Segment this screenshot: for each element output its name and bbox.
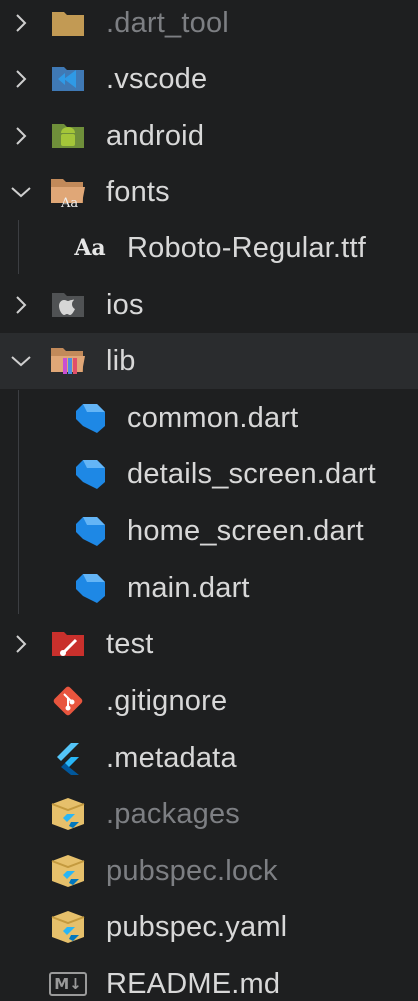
flutter-icon <box>48 738 88 778</box>
chevron-right-icon[interactable] <box>10 294 32 316</box>
dart-file-icon <box>70 511 110 551</box>
lib-folder-icon <box>48 341 88 381</box>
tree-item-metadata[interactable]: .metadata <box>0 730 418 786</box>
tree-item-home-screen-dart[interactable]: home_screen.dart <box>0 503 418 559</box>
dart-file-icon <box>70 568 110 608</box>
tree-item-android[interactable]: android <box>0 108 418 164</box>
android-folder-icon <box>48 116 88 156</box>
tree-item-ios[interactable]: ios <box>0 277 418 333</box>
chevron-down-icon[interactable] <box>10 350 32 372</box>
git-icon <box>48 681 88 721</box>
package-icon <box>48 907 88 947</box>
fonts-folder-icon: Aa <box>48 172 88 212</box>
tree-item-vscode[interactable]: .vscode <box>0 51 418 107</box>
chevron-right-icon[interactable] <box>10 633 32 655</box>
tree-item-label: android <box>106 119 205 152</box>
tree-item-label: .packages <box>106 797 240 830</box>
markdown-icon: M↓ <box>48 964 88 1001</box>
dart-file-icon <box>70 454 110 494</box>
tree-item-common-dart[interactable]: common.dart <box>0 390 418 446</box>
tree-item-dart-tool[interactable]: .dart_tool <box>0 0 418 51</box>
tree-item-gitignore[interactable]: .gitignore <box>0 673 418 729</box>
font-glyph: Aa <box>74 235 106 261</box>
test-folder-icon <box>48 624 88 664</box>
tree-item-readme-md[interactable]: M↓ README.md <box>0 956 418 1001</box>
tree-item-label: .vscode <box>106 62 208 95</box>
ios-folder-icon <box>48 285 88 325</box>
vscode-folder-icon <box>48 59 88 99</box>
tree-item-label: main.dart <box>127 571 250 604</box>
tree-item-label: fonts <box>106 175 170 208</box>
tree-item-lib[interactable]: lib <box>0 333 418 389</box>
svg-text:Aa: Aa <box>60 196 78 209</box>
tree-item-label: ios <box>106 288 144 321</box>
chevron-down-icon[interactable] <box>10 181 32 203</box>
tree-item-label: test <box>106 627 154 660</box>
tree-item-packages[interactable]: .packages <box>0 786 418 842</box>
tree-item-label: .metadata <box>106 741 237 774</box>
tree-item-test[interactable]: test <box>0 616 418 672</box>
tree-item-label: pubspec.yaml <box>106 910 288 943</box>
folder-icon <box>48 3 88 43</box>
chevron-right-icon[interactable] <box>10 68 32 90</box>
tree-item-label: README.md <box>106 967 281 1000</box>
tree-item-main-dart[interactable]: main.dart <box>0 560 418 616</box>
dart-file-icon <box>70 398 110 438</box>
font-file-icon: Aa <box>70 228 110 268</box>
tree-item-pubspec-lock[interactable]: pubspec.lock <box>0 843 418 899</box>
tree-item-label: lib <box>106 344 136 377</box>
chevron-right-icon[interactable] <box>10 125 32 147</box>
tree-item-label: Roboto-Regular.ttf <box>127 231 366 264</box>
tree-item-label: .dart_tool <box>106 6 229 39</box>
markdown-glyph: M↓ <box>49 972 87 996</box>
tree-item-label: .gitignore <box>106 684 228 717</box>
tree-item-pubspec-yaml[interactable]: pubspec.yaml <box>0 899 418 955</box>
tree-item-roboto-regular-ttf[interactable]: Aa Roboto-Regular.ttf <box>0 220 418 276</box>
package-icon <box>48 794 88 834</box>
file-explorer-tree: .dart_tool .vscode android Aa fonts Aa R… <box>0 0 418 1001</box>
tree-item-label: common.dart <box>127 401 299 434</box>
tree-item-fonts[interactable]: Aa fonts <box>0 164 418 220</box>
tree-item-label: details_screen.dart <box>127 457 376 490</box>
tree-item-label: pubspec.lock <box>106 854 278 887</box>
package-icon <box>48 851 88 891</box>
tree-item-details-screen-dart[interactable]: details_screen.dart <box>0 446 418 502</box>
chevron-right-icon[interactable] <box>10 12 32 34</box>
tree-item-label: home_screen.dart <box>127 514 364 547</box>
